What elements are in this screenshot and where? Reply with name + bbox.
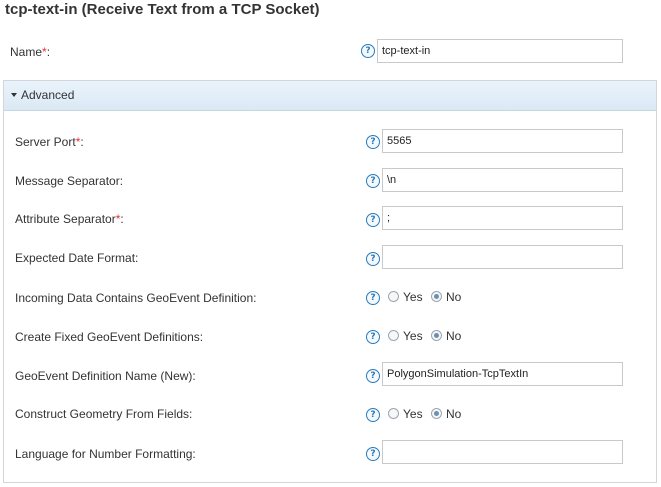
- attribute-separator-label-colon: :: [120, 212, 124, 226]
- server-port-label: Server Port*:: [15, 134, 84, 150]
- create-fixed-defs-label: Create Fixed GeoEvent Definitions:: [15, 330, 204, 344]
- number-language-help-icon[interactable]: ?: [366, 447, 380, 461]
- input-properties-page: tcp-text-in (Receive Text from a TCP Soc…: [0, 0, 661, 487]
- attribute-separator-help-icon[interactable]: ?: [366, 213, 380, 227]
- server-port-input[interactable]: 5565: [382, 129, 623, 153]
- yes-radio[interactable]: [388, 291, 399, 302]
- name-label-colon: :: [46, 45, 51, 59]
- name-input[interactable]: tcp-text-in: [377, 39, 623, 63]
- attribute-separator-label: Attribute Separator*:: [15, 211, 124, 227]
- construct-geometry-help-icon[interactable]: ?: [366, 408, 380, 422]
- yes-radio-label[interactable]: Yes: [403, 328, 423, 344]
- message-separator-input[interactable]: \n: [382, 168, 623, 192]
- server-port-label-colon: :: [80, 135, 84, 149]
- server-port-label-text: Server Port: [15, 135, 76, 149]
- yes-radio[interactable]: [388, 408, 399, 419]
- message-separator-label: Message Separator:: [15, 174, 124, 188]
- number-language-label: Language for Number Formatting:: [15, 447, 196, 461]
- no-radio[interactable]: [431, 330, 442, 341]
- incoming-geoevent-def-label: Incoming Data Contains GeoEvent Definiti…: [15, 291, 257, 305]
- name-help-icon[interactable]: ?: [361, 44, 375, 58]
- yes-radio[interactable]: [388, 330, 399, 341]
- number-language-input[interactable]: [382, 440, 623, 464]
- expected-date-format-help-icon[interactable]: ?: [366, 252, 380, 266]
- no-radio-label[interactable]: No: [446, 406, 461, 422]
- no-radio-label[interactable]: No: [446, 289, 461, 305]
- attribute-separator-label-text: Attribute Separator: [15, 212, 116, 226]
- incoming-geoevent-def-help-icon[interactable]: ?: [366, 291, 380, 305]
- construct-geometry-radio-group: Yes No: [388, 406, 478, 422]
- name-label: Name*:: [10, 44, 50, 60]
- geoevent-def-name-input[interactable]: PolygonSimulation-TcpTextIn: [382, 362, 623, 386]
- no-radio-label[interactable]: No: [446, 328, 461, 344]
- attribute-separator-input[interactable]: ;: [382, 206, 623, 230]
- geoevent-def-name-help-icon[interactable]: ?: [366, 369, 380, 383]
- yes-radio-label[interactable]: Yes: [403, 289, 423, 305]
- expected-date-format-label: Expected Date Format:: [15, 251, 139, 265]
- create-fixed-defs-radio-group: Yes No: [388, 328, 478, 344]
- server-port-help-icon[interactable]: ?: [366, 135, 380, 149]
- no-radio[interactable]: [431, 291, 442, 302]
- page-title: tcp-text-in (Receive Text from a TCP Soc…: [5, 1, 320, 18]
- name-label-text: Name: [10, 45, 43, 59]
- create-fixed-defs-help-icon[interactable]: ?: [366, 330, 380, 344]
- incoming-geoevent-def-radio-group: Yes No: [388, 289, 478, 305]
- message-separator-help-icon[interactable]: ?: [366, 174, 380, 188]
- advanced-section-label: Advanced: [21, 88, 75, 102]
- advanced-section-header[interactable]: Advanced: [4, 81, 656, 111]
- expected-date-format-input[interactable]: [382, 245, 623, 269]
- no-radio[interactable]: [431, 408, 442, 419]
- construct-geometry-label: Construct Geometry From Fields:: [15, 407, 193, 421]
- caret-down-icon: [11, 93, 17, 97]
- geoevent-def-name-label: GeoEvent Definition Name (New):: [15, 369, 196, 383]
- yes-radio-label[interactable]: Yes: [403, 406, 423, 422]
